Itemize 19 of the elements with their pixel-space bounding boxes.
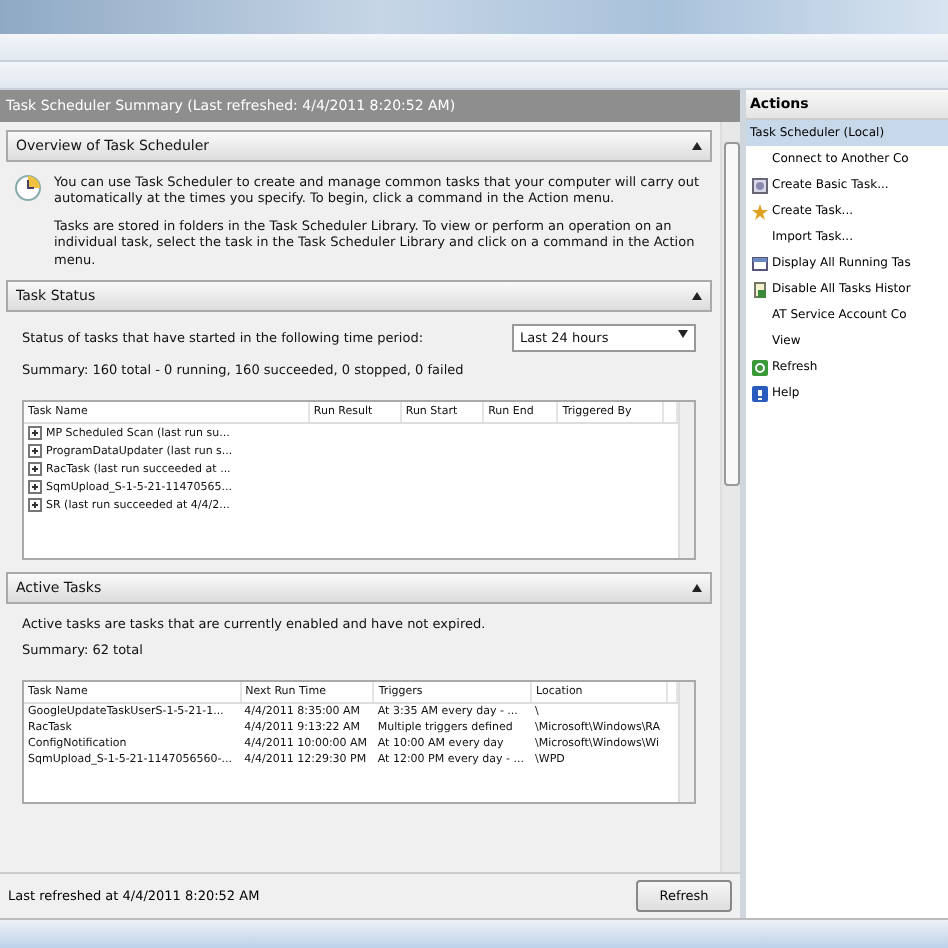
star-icon [752, 203, 768, 219]
expand-icon[interactable] [28, 498, 42, 513]
scrollbar[interactable] [720, 122, 740, 872]
expand-icon[interactable] [28, 444, 42, 459]
scrollbar[interactable] [678, 402, 694, 559]
expand-icon[interactable] [28, 462, 42, 477]
expand-icon[interactable] [28, 426, 42, 441]
collapse-icon[interactable] [692, 584, 702, 593]
collapse-icon[interactable] [692, 292, 702, 301]
help-icon [752, 385, 768, 401]
collapse-icon[interactable] [692, 142, 702, 150]
dropdown-arrow-icon [678, 330, 688, 339]
document-icon [752, 281, 768, 297]
clock-icon [14, 174, 42, 202]
refresh-icon [752, 359, 768, 375]
scrollbar[interactable] [678, 682, 694, 803]
expand-icon[interactable] [28, 480, 42, 495]
window-icon [752, 255, 768, 271]
wizard-icon [752, 177, 768, 193]
